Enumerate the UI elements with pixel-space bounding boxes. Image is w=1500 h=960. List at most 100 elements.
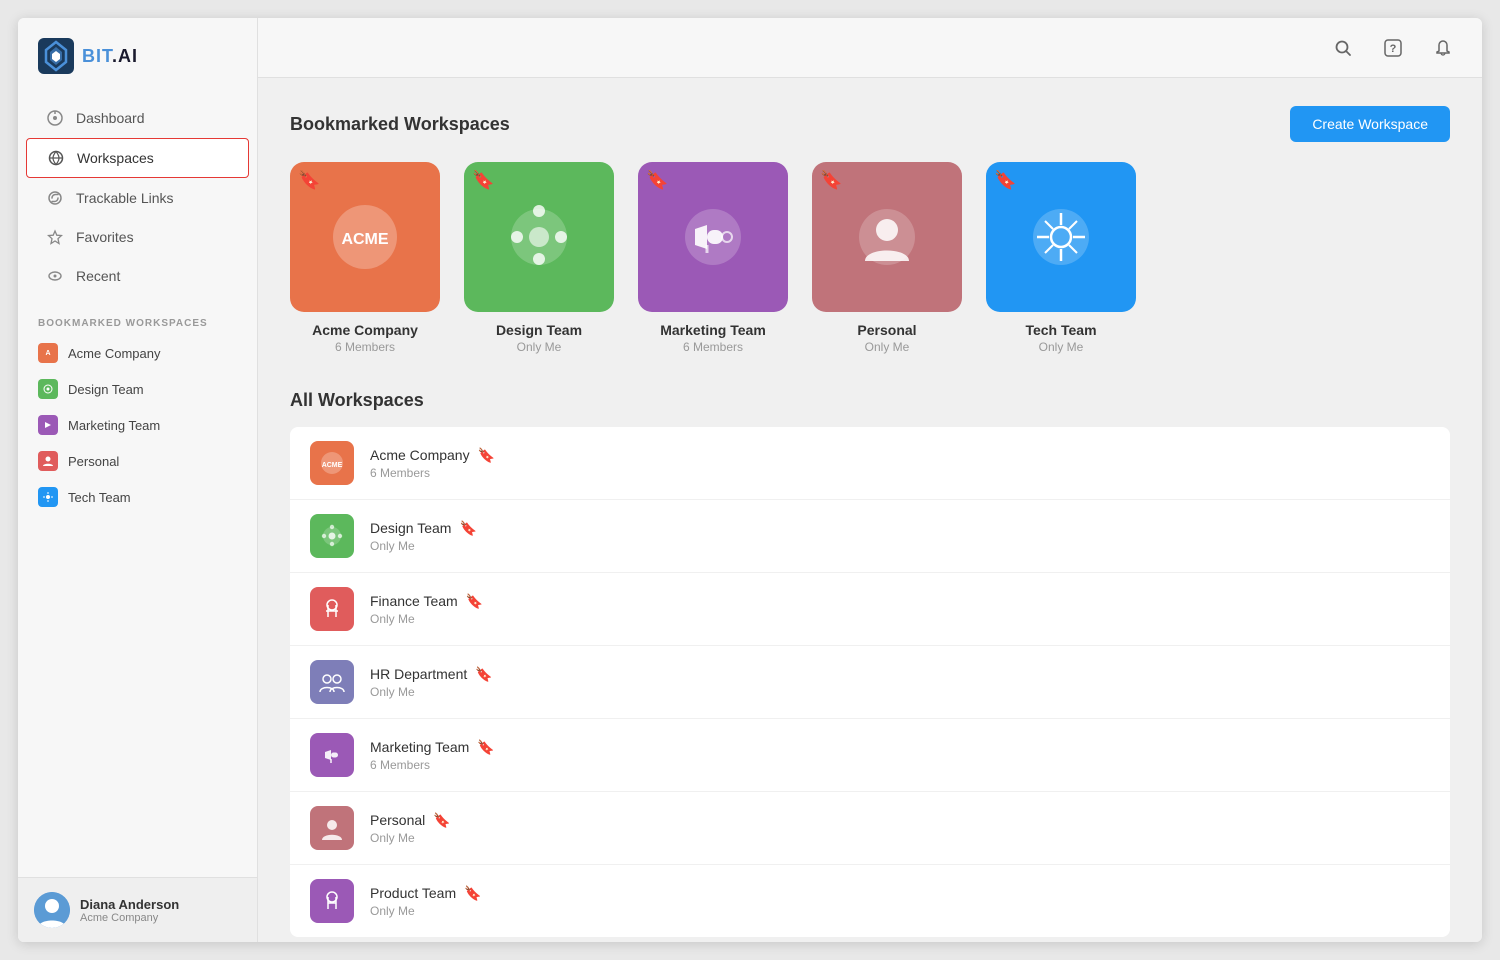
ws-card-acme-sub: 6 Members (335, 340, 395, 354)
ws-card-personal[interactable]: 🔖 Personal Only Me (812, 162, 962, 354)
logo: BIT.AI (18, 18, 257, 90)
list-item-finance[interactable]: Finance Team 🔖 Only Me (290, 573, 1450, 646)
list-bookmark-finance: 🔖 (466, 593, 483, 610)
ws-card-marketing-label: Marketing Team (660, 322, 766, 338)
logo-icon (38, 38, 74, 74)
list-item-personal[interactable]: Personal 🔖 Only Me (290, 792, 1450, 865)
list-icon-acme: ACME (310, 441, 354, 485)
trackable-links-label: Trackable Links (76, 190, 174, 206)
user-company: Acme Company (80, 912, 179, 924)
sidebar-ws-marketing-label: Marketing Team (68, 418, 160, 433)
svg-text:A: A (45, 350, 50, 357)
sidebar-ws-design-icon (38, 379, 58, 399)
bookmarked-section-title: BOOKMARKED WORKSPACES (18, 304, 257, 335)
topbar: ? (258, 18, 1482, 78)
list-sub-personal: Only Me (370, 831, 1430, 845)
sidebar-item-workspaces[interactable]: Workspaces (26, 138, 249, 178)
sidebar-item-trackable-links[interactable]: Trackable Links (26, 179, 249, 217)
sidebar-ws-marketing-icon (38, 415, 58, 435)
list-icon-design (310, 514, 354, 558)
sidebar-nav: Dashboard Workspaces (18, 90, 257, 304)
avatar (34, 892, 70, 928)
list-name-design: Design Team 🔖 (370, 520, 1430, 537)
ws-card-design[interactable]: 🔖 Design Team Only Me (464, 162, 614, 354)
ws-card-tech[interactable]: 🔖 (986, 162, 1136, 354)
sidebar-ws-tech[interactable]: Tech Team (18, 479, 257, 515)
sidebar-ws-personal-label: Personal (68, 454, 119, 469)
bookmark-flag-marketing: 🔖 (646, 170, 668, 191)
sidebar-ws-marketing[interactable]: Marketing Team (18, 407, 257, 443)
sidebar-ws-acme-label: Acme Company (68, 346, 160, 361)
recent-label: Recent (76, 268, 120, 284)
footer-text: Diana Anderson Acme Company (80, 897, 179, 924)
list-info-hr: HR Department 🔖 Only Me (370, 666, 1430, 699)
sidebar-ws-design[interactable]: Design Team (18, 371, 257, 407)
user-profile[interactable]: Diana Anderson Acme Company (18, 877, 257, 942)
list-item-acme[interactable]: ACME Acme Company 🔖 6 Members (290, 427, 1450, 500)
bookmarked-header: Bookmarked Workspaces Create Workspace (290, 106, 1450, 142)
list-sub-design: Only Me (370, 539, 1430, 553)
bell-icon[interactable] (1428, 33, 1458, 63)
list-item-marketing[interactable]: Marketing Team 🔖 6 Members (290, 719, 1450, 792)
list-sub-finance: Only Me (370, 612, 1430, 626)
list-item-hr[interactable]: HR Department 🔖 Only Me (290, 646, 1450, 719)
list-name-hr: HR Department 🔖 (370, 666, 1430, 683)
app-frame: BIT.AI Dashboard (18, 18, 1482, 942)
ws-card-tech-icon: 🔖 (986, 162, 1136, 312)
list-info-product: Product Team 🔖 Only Me (370, 885, 1430, 918)
list-bookmark-acme: 🔖 (478, 447, 495, 464)
bookmark-flag-personal: 🔖 (820, 170, 842, 191)
bookmarked-title: Bookmarked Workspaces (290, 114, 510, 135)
ws-card-marketing-sub: 6 Members (683, 340, 743, 354)
sidebar-item-favorites[interactable]: Favorites (26, 218, 249, 256)
ws-card-design-sub: Only Me (517, 340, 562, 354)
list-name-personal: Personal 🔖 (370, 812, 1430, 829)
ws-card-acme[interactable]: 🔖 ACME Acme Company 6 Members (290, 162, 440, 354)
help-icon[interactable]: ? (1378, 33, 1408, 63)
list-info-finance: Finance Team 🔖 Only Me (370, 593, 1430, 626)
all-workspaces-title: All Workspaces (290, 390, 1450, 411)
trackable-links-icon (46, 189, 64, 207)
sidebar-ws-tech-icon (38, 487, 58, 507)
ws-card-personal-label: Personal (857, 322, 916, 338)
ws-card-design-icon: 🔖 (464, 162, 614, 312)
list-item-product[interactable]: Product Team 🔖 Only Me (290, 865, 1450, 937)
bookmarked-grid: 🔖 ACME Acme Company 6 Members 🔖 (290, 162, 1450, 354)
create-workspace-button[interactable]: Create Workspace (1290, 106, 1450, 142)
recent-icon (46, 267, 64, 285)
all-workspaces-list: ACME Acme Company 🔖 6 Members (290, 427, 1450, 937)
list-icon-marketing (310, 733, 354, 777)
list-info-design: Design Team 🔖 Only Me (370, 520, 1430, 553)
list-name-finance: Finance Team 🔖 (370, 593, 1430, 610)
sidebar-ws-acme[interactable]: A Acme Company (18, 335, 257, 371)
ws-card-tech-sub: Only Me (1039, 340, 1084, 354)
list-icon-personal (310, 806, 354, 850)
dashboard-label: Dashboard (76, 110, 145, 126)
list-icon-product (310, 879, 354, 923)
logo-text: BIT.AI (82, 46, 138, 67)
list-bookmark-hr: 🔖 (475, 666, 492, 683)
ws-card-design-label: Design Team (496, 322, 582, 338)
ws-card-personal-sub: Only Me (865, 340, 910, 354)
list-sub-acme: 6 Members (370, 466, 1430, 480)
dashboard-icon (46, 109, 64, 127)
sidebar-ws-design-label: Design Team (68, 382, 144, 397)
list-sub-hr: Only Me (370, 685, 1430, 699)
ws-card-marketing-icon: 🔖 (638, 162, 788, 312)
list-sub-product: Only Me (370, 904, 1430, 918)
favorites-icon (46, 228, 64, 246)
search-icon[interactable] (1328, 33, 1358, 63)
ws-card-marketing[interactable]: 🔖 Marketing Team 6 Members (638, 162, 788, 354)
sidebar-item-dashboard[interactable]: Dashboard (26, 99, 249, 137)
content-area: Bookmarked Workspaces Create Workspace 🔖… (258, 78, 1482, 942)
main-content: ? Bookmarked Workspaces Create Workspace (258, 18, 1482, 942)
ws-card-acme-label: Acme Company (312, 322, 418, 338)
ws-card-acme-icon: 🔖 ACME (290, 162, 440, 312)
ws-card-tech-label: Tech Team (1025, 322, 1096, 338)
list-info-personal: Personal 🔖 Only Me (370, 812, 1430, 845)
list-item-design[interactable]: Design Team 🔖 Only Me (290, 500, 1450, 573)
sidebar-ws-personal[interactable]: Personal (18, 443, 257, 479)
sidebar-item-recent[interactable]: Recent (26, 257, 249, 295)
list-bookmark-product: 🔖 (464, 885, 481, 902)
list-info-acme: Acme Company 🔖 6 Members (370, 447, 1430, 480)
